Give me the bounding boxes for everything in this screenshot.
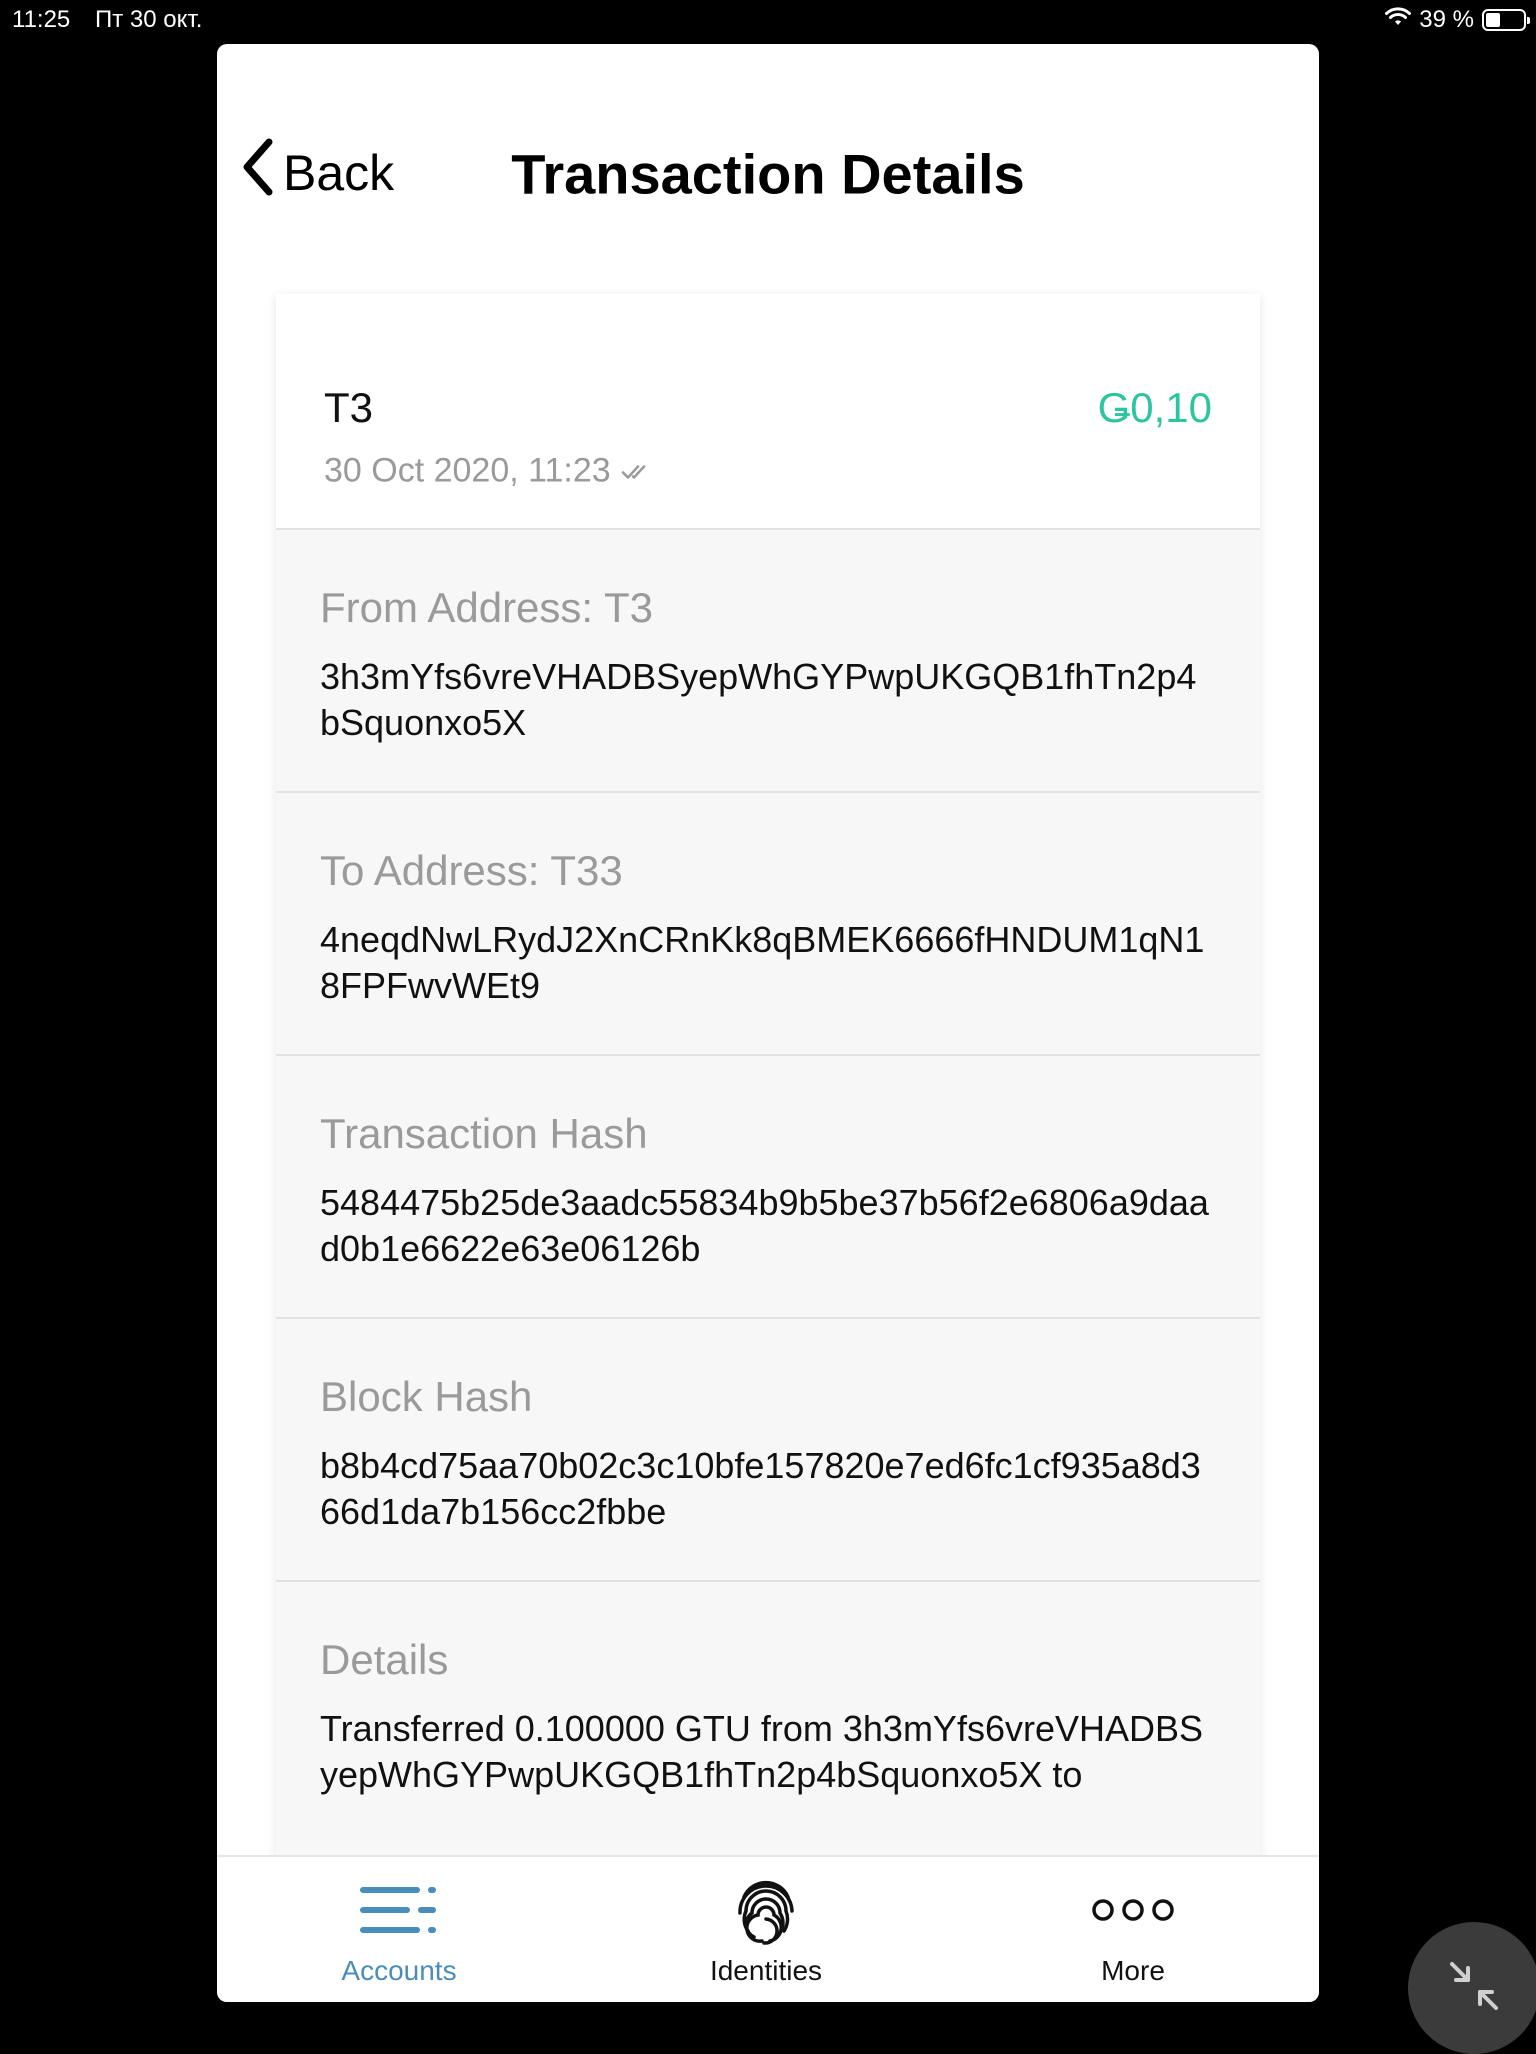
double-check-icon [621,452,651,491]
list-icon [354,1875,444,1945]
block-hash-value: b8b4cd75aa70b02c3c10bfe157820e7ed6fc1cf9… [320,1445,1201,1532]
fingerprint-icon [721,1875,811,1945]
wifi-icon [1385,6,1412,34]
transaction-hash-value: 5484475b25de3aadc55834b9b5be37b56f2e6806… [320,1182,1209,1269]
from-address-value: 3h3mYfs6vreVHADBSyepWhGYPwpUKGQB1fhTn2p4… [320,656,1197,743]
collapse-window-button[interactable] [1408,1922,1536,2054]
status-bar: 11:25 Пт 30 окт. 39 % [0,0,1536,40]
to-address-value: 4neqdNwLRydJ2XnCRnKk8qBMEK6666fHNDUM1qN1… [320,919,1205,1006]
transaction-hash-label: Transaction Hash [320,1110,648,1157]
transaction-hash-section: Transaction Hash 5484475b25de3aadc55834b… [276,1056,1260,1319]
block-hash-label: Block Hash [320,1373,533,1420]
transaction-name: T3 [324,384,374,431]
page-title: Transaction Details [511,142,1025,206]
transaction-date: 30 Oct 2020, 11:23 [324,451,611,490]
transaction-header: T3 30 Oct 2020, 11:23 Ǥ0,10 [276,294,1260,530]
status-time: 11:25 [12,6,71,33]
tab-bar: Accounts Identities More [217,1855,1319,2002]
battery-fill [1486,13,1501,27]
app-window: Back Transaction Details T3 30 Oct 2020,… [217,44,1319,2002]
status-date: Пт 30 окт. [95,6,203,33]
tab-more[interactable]: More [983,1857,1283,2002]
details-value: Transferred 0.100000 GTU from 3h3mYfs6vr… [320,1708,1204,1795]
from-address-label: From Address: T3 [320,584,654,631]
status-right: 39 % [1385,6,1530,34]
battery-icon [1482,9,1530,31]
tab-accounts-label: Accounts [341,1955,457,1986]
to-address-label: To Address: T33 [320,847,623,894]
tab-identities[interactable]: Identities [616,1857,916,2002]
block-hash-section: Block Hash b8b4cd75aa70b02c3c10bfe157820… [276,1319,1260,1582]
transaction-amount: Ǥ0,10 [1097,384,1212,431]
nav-bar: Back Transaction Details [217,44,1319,284]
transaction-card: T3 30 Oct 2020, 11:23 Ǥ0,10 From Address… [276,294,1260,1904]
more-dots-icon [1088,1875,1178,1945]
to-address-section: To Address: T33 4neqdNwLRydJ2XnCRnKk8qBM… [276,793,1260,1056]
battery-percent: 39 % [1419,6,1474,33]
transaction-date-row: 30 Oct 2020, 11:23 [324,452,651,491]
tab-identities-label: Identities [709,1955,823,1986]
from-address-section: From Address: T3 3h3mYfs6vreVHADBSyepWhG… [276,530,1260,793]
tab-more-label: More [1101,1955,1165,1986]
tab-accounts[interactable]: Accounts [249,1857,549,2002]
collapse-arrows-icon [1444,1956,1504,2021]
details-label: Details [320,1636,449,1683]
